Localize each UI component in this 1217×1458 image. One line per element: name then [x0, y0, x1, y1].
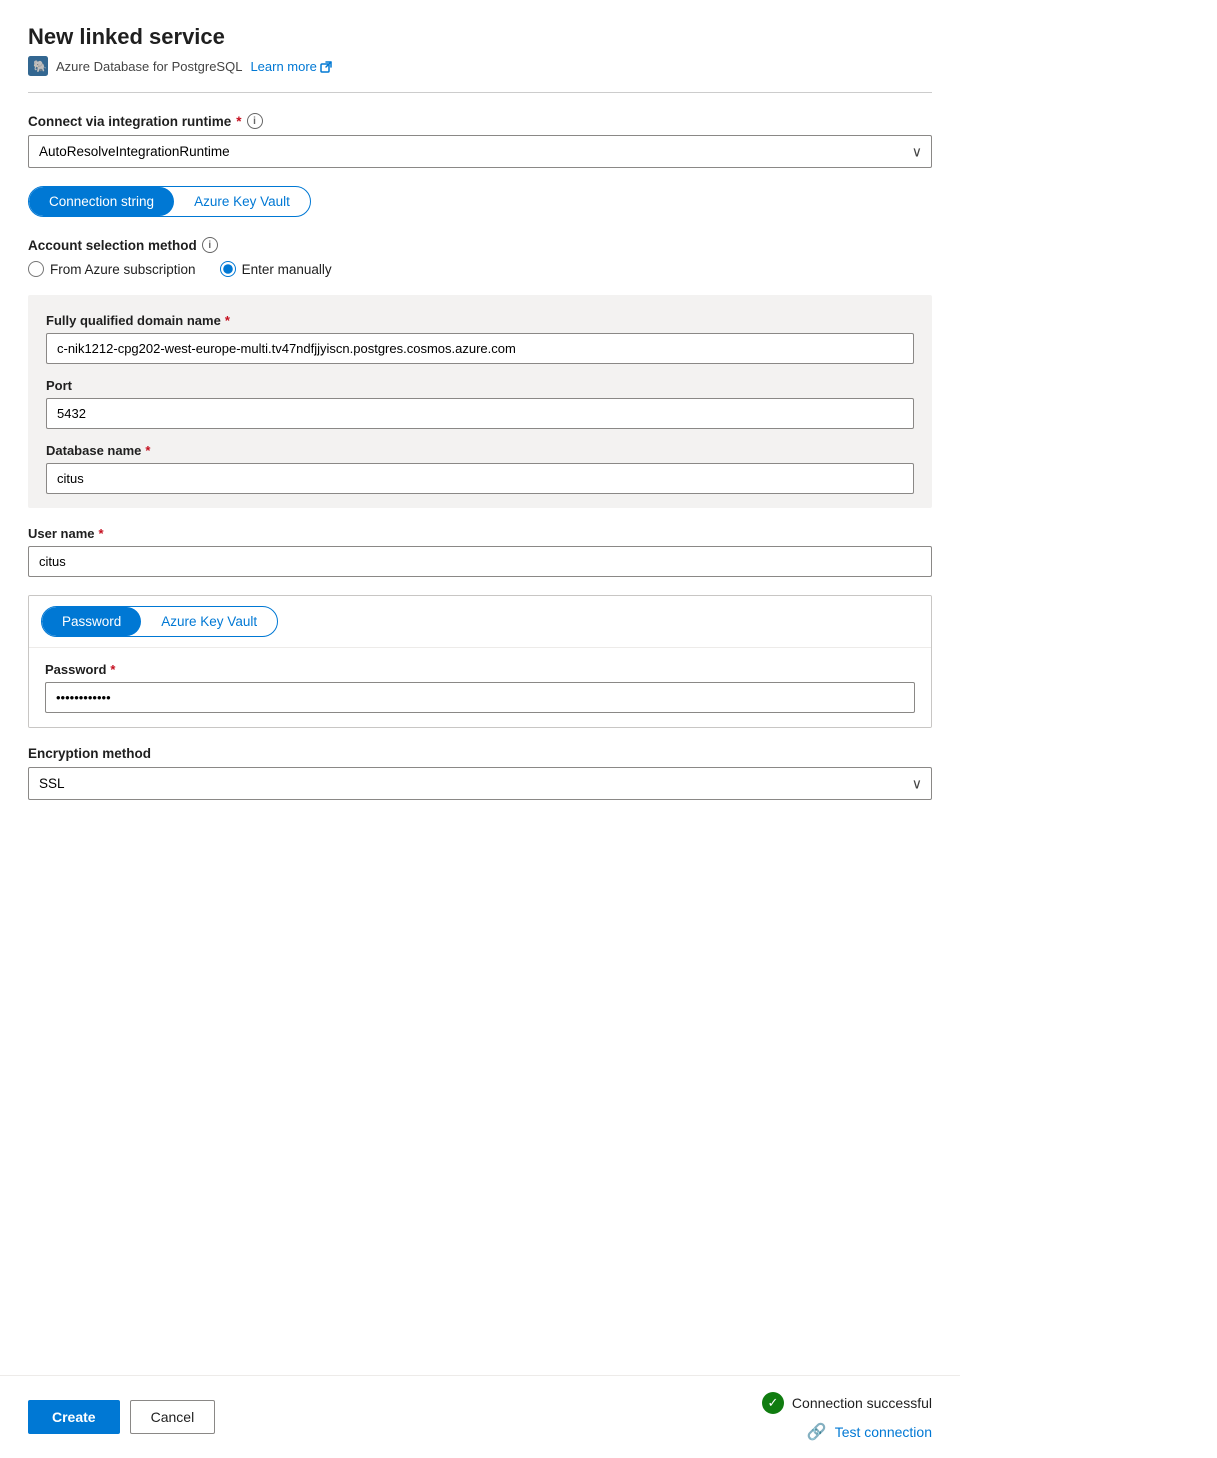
service-subtitle: Azure Database for PostgreSQL	[56, 59, 242, 74]
tab-password-key-vault[interactable]: Azure Key Vault	[141, 607, 277, 636]
footer-right: ✓ Connection successful 🔗 Test connectio…	[762, 1392, 932, 1442]
radio-manual-label: Enter manually	[242, 262, 332, 277]
external-link-icon	[320, 59, 334, 73]
runtime-select-wrapper: AutoResolveIntegrationRuntime	[28, 135, 932, 168]
manual-entry-box: Fully qualified domain name * Port Datab…	[28, 295, 932, 508]
port-label: Port	[46, 378, 914, 393]
footer-left: Create Cancel	[28, 1400, 215, 1434]
connection-tab-group: Connection string Azure Key Vault	[28, 186, 311, 217]
account-selection-info-icon[interactable]: i	[202, 237, 218, 253]
encryption-label: Encryption method	[28, 746, 932, 761]
password-required: *	[110, 662, 115, 677]
test-connection-label: Test connection	[835, 1424, 932, 1440]
password-tab-header: Password Azure Key Vault	[29, 596, 931, 648]
password-inner: Password *	[29, 648, 931, 727]
account-selection-radio-group: From Azure subscription Enter manually	[28, 261, 932, 277]
account-selection-label: Account selection method i	[28, 237, 932, 253]
runtime-select[interactable]: AutoResolveIntegrationRuntime	[28, 135, 932, 168]
domain-required: *	[225, 313, 230, 328]
create-button[interactable]: Create	[28, 1400, 120, 1434]
radio-azure-label: From Azure subscription	[50, 262, 196, 277]
tab-password[interactable]: Password	[42, 607, 141, 636]
encryption-select[interactable]: SSL	[28, 767, 932, 800]
password-label: Password *	[45, 662, 915, 677]
account-selection-section: Account selection method i From Azure su…	[28, 237, 932, 277]
tab-azure-key-vault[interactable]: Azure Key Vault	[174, 187, 310, 216]
domain-field-group: Fully qualified domain name *	[46, 313, 914, 364]
password-tab-group: Password Azure Key Vault	[41, 606, 278, 637]
database-field-group: Database name *	[46, 443, 914, 494]
runtime-info-icon[interactable]: i	[247, 113, 263, 129]
domain-input[interactable]	[46, 333, 914, 364]
runtime-section: Connect via integration runtime * i Auto…	[28, 113, 932, 168]
radio-enter-manually[interactable]: Enter manually	[220, 261, 332, 277]
radio-manual-input[interactable]	[220, 261, 236, 277]
svg-text:🐘: 🐘	[33, 60, 47, 73]
database-required: *	[145, 443, 150, 458]
runtime-required: *	[236, 114, 241, 129]
footer: Create Cancel ✓ Connection successful 🔗 …	[0, 1375, 960, 1458]
database-label: Database name *	[46, 443, 914, 458]
port-input[interactable]	[46, 398, 914, 429]
password-section: Password Azure Key Vault Password *	[28, 595, 932, 728]
username-label: User name *	[28, 526, 932, 541]
radio-from-azure[interactable]: From Azure subscription	[28, 261, 196, 277]
username-required: *	[98, 526, 103, 541]
resize-divider	[28, 92, 932, 93]
test-connection-icon: 🔗	[807, 1422, 827, 1442]
learn-more-link[interactable]: Learn more	[250, 59, 333, 74]
test-connection-button[interactable]: 🔗 Test connection	[807, 1422, 932, 1442]
runtime-label: Connect via integration runtime * i	[28, 113, 932, 129]
password-input[interactable]	[45, 682, 915, 713]
encryption-field-group: Encryption method SSL	[28, 746, 932, 800]
connection-success-status: ✓ Connection successful	[762, 1392, 932, 1414]
encryption-select-wrapper: SSL	[28, 767, 932, 800]
tab-connection-string[interactable]: Connection string	[29, 187, 174, 216]
domain-label: Fully qualified domain name *	[46, 313, 914, 328]
cancel-button[interactable]: Cancel	[130, 1400, 216, 1434]
panel-title: New linked service	[28, 24, 932, 50]
postgres-icon: 🐘	[28, 56, 48, 76]
connection-success-label: Connection successful	[792, 1395, 932, 1411]
success-check-icon: ✓	[762, 1392, 784, 1414]
radio-azure-input[interactable]	[28, 261, 44, 277]
username-input[interactable]	[28, 546, 932, 577]
username-field-group: User name *	[28, 526, 932, 577]
database-input[interactable]	[46, 463, 914, 494]
port-field-group: Port	[46, 378, 914, 429]
